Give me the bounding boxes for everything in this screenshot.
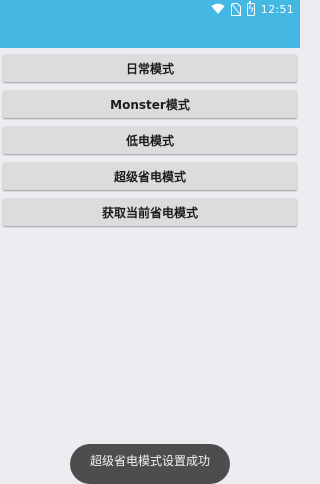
super-power-saving-mode-button[interactable]: 超级省电模式: [3, 162, 297, 190]
low-power-mode-button[interactable]: 低电模式: [3, 126, 297, 154]
battery-charging-icon: ϟ: [246, 0, 255, 16]
status-time: 12:51: [260, 2, 294, 16]
daily-mode-button[interactable]: 日常模式: [3, 54, 297, 82]
status-bar: ϟ 12:51: [211, 0, 294, 18]
app-bar: ϟ 12:51: [0, 0, 300, 48]
mode-button-list: 日常模式 Monster模式 低电模式 超级省电模式 获取当前省电模式: [3, 54, 297, 234]
monster-mode-button[interactable]: Monster模式: [3, 90, 297, 118]
no-sim-icon: [230, 2, 241, 16]
get-current-power-mode-button[interactable]: 获取当前省电模式: [3, 198, 297, 226]
toast-message: 超级省电模式设置成功: [70, 444, 230, 484]
wifi-icon: [211, 3, 225, 15]
